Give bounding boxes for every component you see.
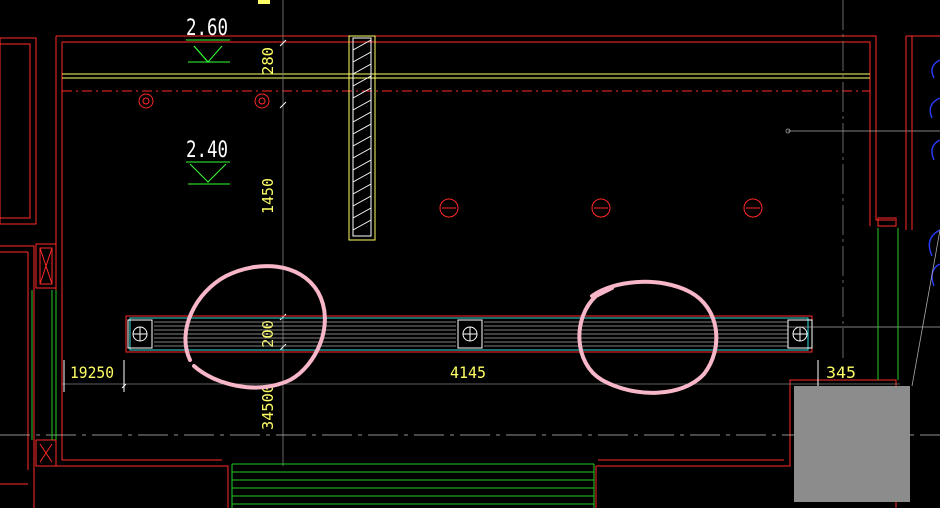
- dimension-34500: 34500: [259, 384, 277, 430]
- level-value: 2.60: [186, 16, 228, 41]
- dimension-1450: 1450: [259, 178, 277, 214]
- dimension-280: 280: [259, 47, 277, 75]
- gray-block: [794, 386, 910, 502]
- cad-drawing-canvas: 2.60 2.40 280 1450 200 34500 19250 4145 …: [0, 0, 940, 508]
- dimension-345: 345: [826, 363, 856, 382]
- dimension-4145: 4145: [450, 363, 486, 382]
- dimension-19250: 19250: [70, 363, 114, 382]
- level-value: 2.40: [186, 138, 228, 163]
- top-mark: [258, 0, 270, 4]
